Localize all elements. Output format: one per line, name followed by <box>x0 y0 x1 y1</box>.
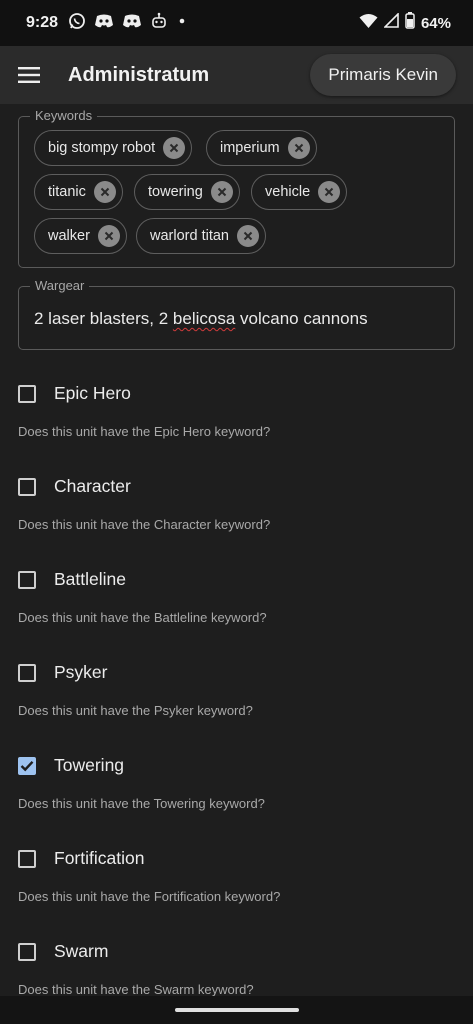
wifi-icon <box>359 13 378 34</box>
remove-chip-icon[interactable] <box>93 181 116 203</box>
keyword-chip[interactable]: towering <box>134 174 240 210</box>
towering-checkbox[interactable]: Towering <box>18 755 124 776</box>
checkbox-help-text: Does this unit have the Psyker keyword? <box>18 703 253 718</box>
character-checkbox[interactable]: Character <box>18 476 131 497</box>
keyword-chip[interactable]: titanic <box>34 174 123 210</box>
checkbox-unchecked-icon[interactable] <box>18 849 36 868</box>
keywords-field[interactable]: Keywords big stompy robot imperium titan… <box>18 108 455 268</box>
chip-label: titanic <box>48 184 86 200</box>
keyword-chip[interactable]: vehicle <box>251 174 348 210</box>
checkbox-label: Fortification <box>54 848 145 868</box>
notification-icons <box>68 12 188 35</box>
app-title: Administratum <box>68 63 210 86</box>
checkbox-unchecked-icon[interactable] <box>18 570 36 589</box>
wargear-legend: Wargear <box>30 278 90 293</box>
checkbox-help-text: Does this unit have the Swarm keyword? <box>18 982 254 997</box>
chip-label: imperium <box>220 140 280 156</box>
checkbox-label: Swarm <box>54 941 109 961</box>
system-status: 64% <box>359 12 451 34</box>
hamburger-icon <box>18 67 40 83</box>
checkbox-label: Towering <box>54 755 125 775</box>
remove-chip-icon[interactable] <box>236 225 259 247</box>
checkbox-help-text: Does this unit have the Character keywor… <box>18 517 271 532</box>
checkbox-help-text: Does this unit have the Fortification ke… <box>18 889 281 904</box>
dot-icon <box>176 14 188 32</box>
battleline-checkbox[interactable]: Battleline <box>18 569 126 590</box>
checkbox-unchecked-icon[interactable] <box>18 477 36 496</box>
checkbox-unchecked-icon[interactable] <box>18 942 36 961</box>
whatsapp-icon <box>68 12 86 35</box>
chip-label: vehicle <box>265 184 311 200</box>
checkbox-unchecked-icon[interactable] <box>18 384 36 403</box>
signal-icon <box>383 12 399 33</box>
discord-icon <box>122 13 142 34</box>
checkbox-label: Battleline <box>54 569 126 589</box>
wargear-text-end: volcano cannons <box>235 309 368 328</box>
checkbox-label: Epic Hero <box>54 383 131 403</box>
checkbox-help-text: Does this unit have the Towering keyword… <box>18 796 265 811</box>
wargear-input[interactable]: 2 laser blasters, 2 belicosa volcano can… <box>34 309 368 329</box>
wargear-field[interactable]: Wargear 2 laser blasters, 2 belicosa vol… <box>18 278 455 350</box>
fortification-checkbox[interactable]: Fortification <box>18 848 144 869</box>
remove-chip-icon[interactable] <box>287 137 310 159</box>
remove-chip-icon[interactable] <box>210 181 233 203</box>
chip-label: big stompy robot <box>48 140 156 156</box>
misspelled-word: belicosa <box>172 309 236 328</box>
swarm-checkbox[interactable]: Swarm <box>18 941 108 962</box>
keyword-chip[interactable]: imperium <box>206 130 317 166</box>
keyword-chip[interactable]: big stompy robot <box>34 130 193 166</box>
checkbox-unchecked-icon[interactable] <box>18 663 36 682</box>
status-time: 9:28 <box>26 14 59 31</box>
epic-hero-checkbox[interactable]: Epic Hero <box>18 383 131 404</box>
discord-icon <box>94 13 114 34</box>
home-gesture-handle[interactable] <box>175 1008 299 1012</box>
system-nav-bar <box>0 996 473 1024</box>
chip-label: walker <box>48 228 90 244</box>
battery-percent: 64% <box>420 14 451 32</box>
wargear-text-start: 2 laser blasters, 2 <box>34 309 173 328</box>
menu-button[interactable] <box>14 60 44 90</box>
keywords-legend: Keywords <box>30 108 98 123</box>
checkbox-label: Psyker <box>54 662 108 682</box>
remove-chip-icon[interactable] <box>318 181 341 203</box>
chip-label: towering <box>148 184 203 200</box>
chip-label: warlord titan <box>150 228 229 244</box>
robot-icon <box>150 12 168 35</box>
remove-chip-icon[interactable] <box>163 137 186 159</box>
user-button[interactable]: Primaris Kevin <box>310 54 456 96</box>
psyker-checkbox[interactable]: Psyker <box>18 662 107 683</box>
checkbox-help-text: Does this unit have the Battleline keywo… <box>18 610 267 625</box>
battery-icon <box>405 12 415 34</box>
keyword-chip[interactable]: walker <box>34 218 127 254</box>
app-bar: Administratum Primaris Kevin <box>0 46 473 104</box>
keyword-chip[interactable]: warlord titan <box>136 218 266 254</box>
checkbox-help-text: Does this unit have the Epic Hero keywor… <box>18 424 271 439</box>
user-name: Primaris Kevin <box>328 65 438 84</box>
checkbox-checked-icon[interactable] <box>18 756 36 775</box>
remove-chip-icon[interactable] <box>97 225 120 247</box>
checkbox-label: Character <box>54 476 131 496</box>
status-bar: 9:28 64% <box>0 0 473 46</box>
